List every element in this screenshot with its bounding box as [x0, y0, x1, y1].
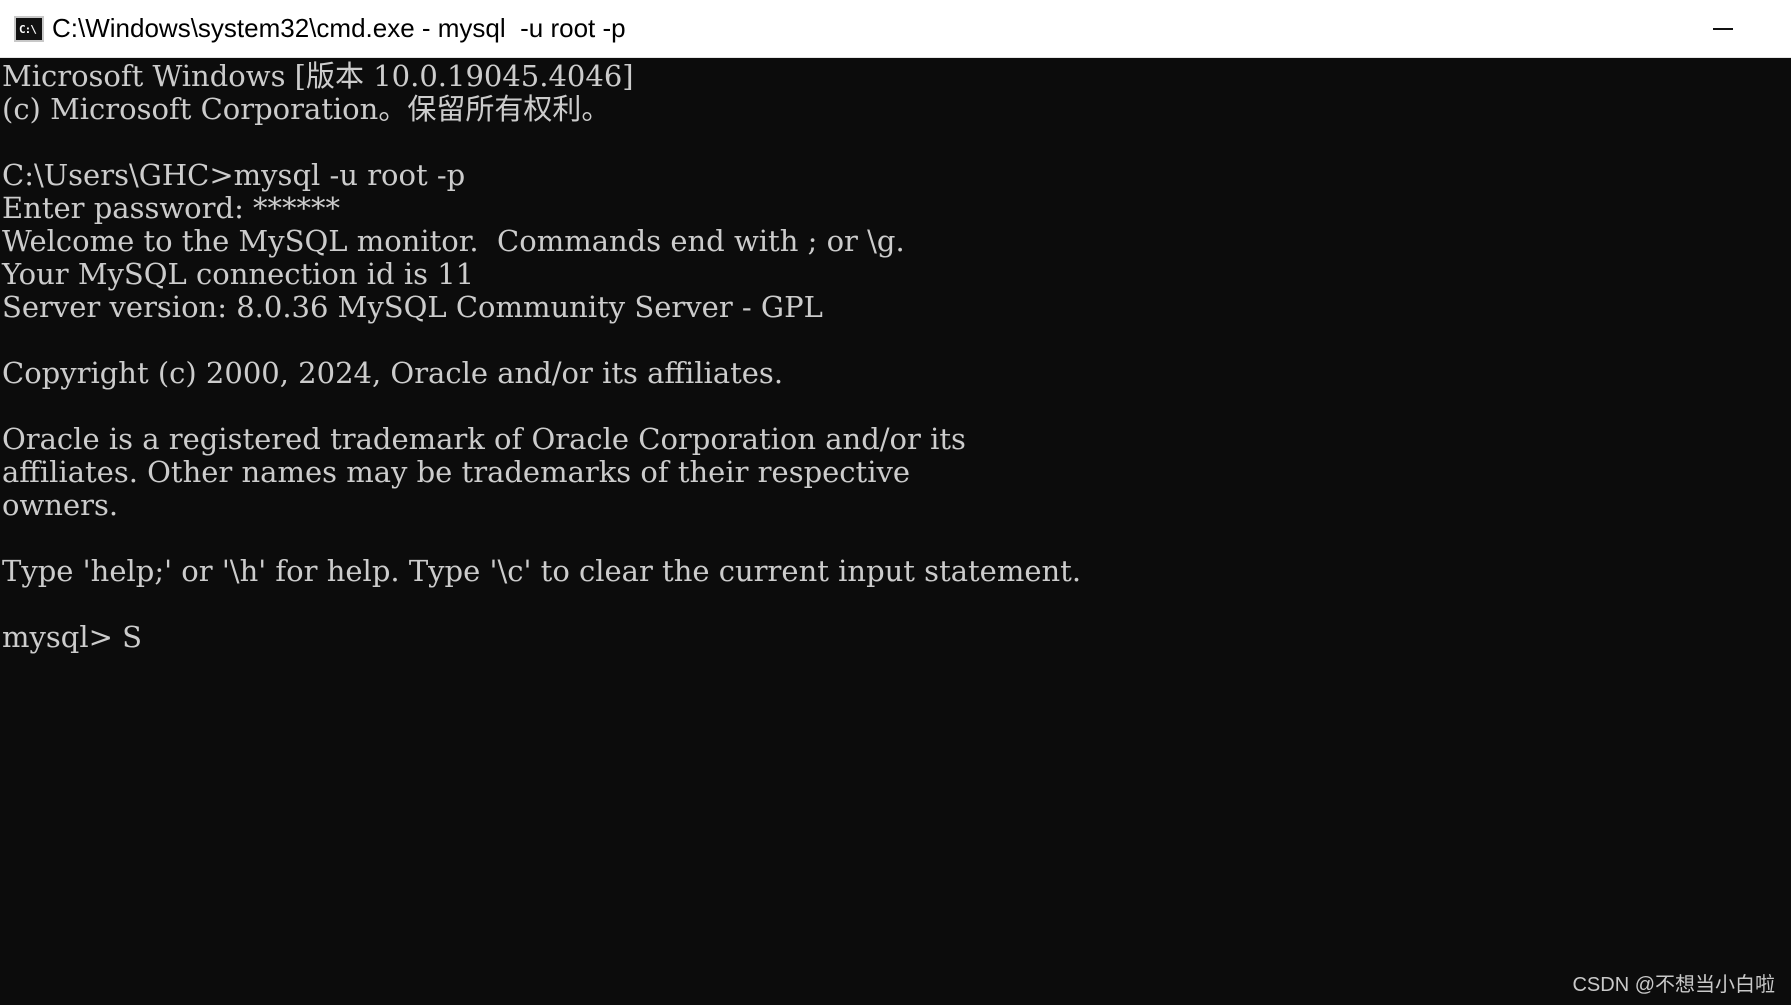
minimize-button[interactable] [1699, 10, 1747, 48]
console-line: Oracle is a registered trademark of Orac… [2, 422, 966, 456]
cmd-window: C:\ C:\Windows\system32\cmd.exe - mysql … [0, 0, 1791, 1005]
watermark: CSDN @不想当小白啦 [1572, 974, 1775, 996]
console-line: Server version: 8.0.36 MySQL Community S… [2, 290, 823, 324]
console-line: (c) Microsoft Corporation。保留所有权利。 [2, 92, 611, 126]
console-line: owners. [2, 488, 119, 522]
console-output[interactable]: Microsoft Windows [版本 10.0.19045.4046] (… [0, 58, 1791, 1005]
mysql-prompt-line[interactable]: mysql> S [2, 621, 1791, 654]
console-line: C:\Users\GHC>mysql -u root -p [2, 158, 466, 192]
console-line: Type 'help;' or '\h' for help. Type '\c'… [2, 554, 1082, 588]
console-line: Microsoft Windows [版本 10.0.19045.4046] [2, 59, 634, 93]
cmd-icon-text: C:\ [19, 22, 37, 36]
console-line: Welcome to the MySQL monitor. Commands e… [2, 224, 905, 258]
mysql-prompt: mysql> [2, 620, 123, 654]
console-input[interactable]: S [122, 621, 142, 654]
window-title: C:\Windows\system32\cmd.exe - mysql -u r… [52, 13, 626, 43]
title-bar[interactable]: C:\ C:\Windows\system32\cmd.exe - mysql … [0, 0, 1791, 58]
cmd-icon: C:\ [14, 15, 44, 42]
console-line: Enter password: ****** [2, 191, 341, 225]
minimize-icon [1713, 28, 1733, 30]
console-line: affiliates. Other names may be trademark… [2, 455, 911, 489]
console-line: Your MySQL connection id is 11 [2, 257, 475, 291]
console-line: Copyright (c) 2000, 2024, Oracle and/or … [2, 356, 784, 390]
